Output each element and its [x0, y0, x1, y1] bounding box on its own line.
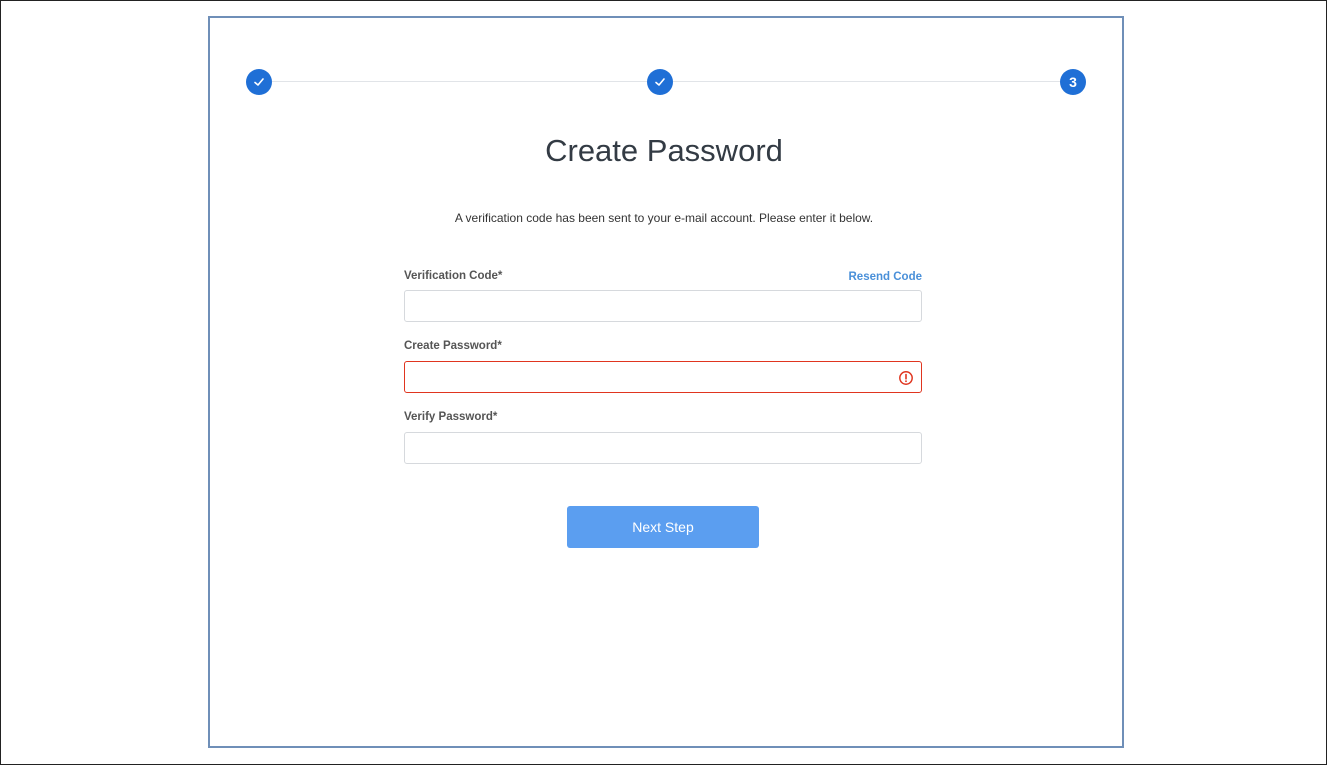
next-step-button[interactable]: Next Step — [567, 506, 759, 548]
check-icon — [655, 78, 665, 86]
page-title: Create Password — [545, 133, 783, 168]
page-subtitle: A verification code has been sent to you… — [454, 211, 874, 225]
resend-code-link[interactable]: Resend Code — [810, 271, 923, 283]
create-password-input[interactable] — [404, 361, 922, 393]
stepper-connector — [673, 81, 1060, 82]
step-3-current: 3 — [1060, 69, 1086, 95]
verification-code-label: Verification Code* — [404, 270, 503, 282]
step-2-complete — [647, 69, 673, 95]
create-password-label: Create Password* — [404, 340, 502, 352]
stepper-connector — [272, 81, 647, 82]
progress-stepper: 3 — [246, 69, 1086, 95]
signup-card: 3 Create Password A verification code ha… — [208, 16, 1124, 748]
verification-code-input[interactable] — [404, 290, 922, 322]
check-icon — [254, 78, 264, 86]
alert-circle-icon — [899, 371, 913, 385]
step-1-complete — [246, 69, 272, 95]
verify-password-input[interactable] — [404, 432, 922, 464]
verify-password-label: Verify Password* — [404, 411, 498, 423]
